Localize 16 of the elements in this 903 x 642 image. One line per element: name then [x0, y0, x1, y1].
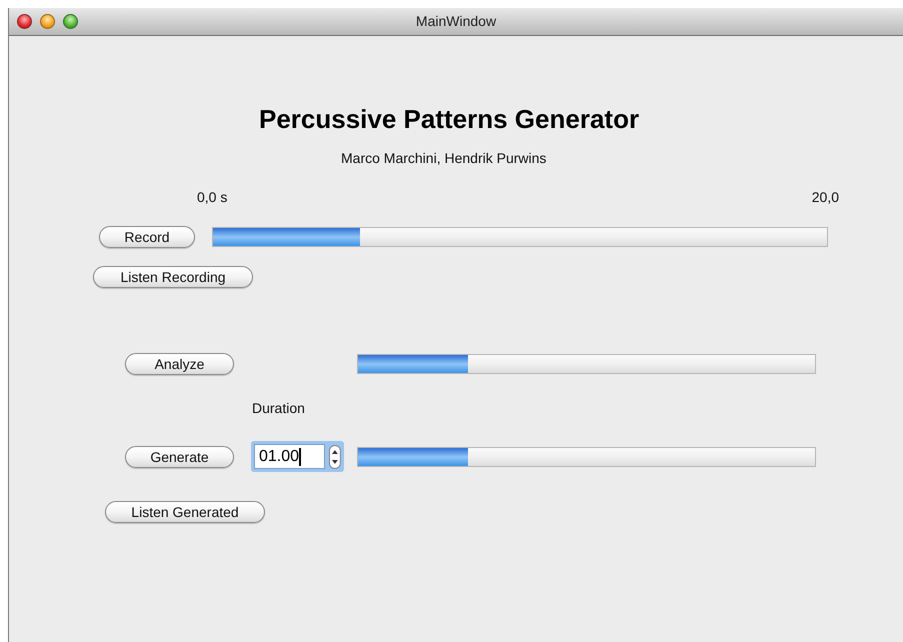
stepper-icon[interactable] [329, 444, 341, 468]
push-button[interactable]: Listen Generated [105, 501, 265, 523]
push-button[interactable]: Record [99, 226, 195, 248]
time-end-label: 20,0 [812, 188, 839, 206]
time-start-label: 0,0 s [197, 188, 228, 206]
app-heading: Percussive Patterns Generator [259, 102, 640, 136]
window-title: MainWindow [416, 12, 496, 31]
duration-field[interactable]: 01.00 [254, 444, 326, 469]
push-button[interactable]: Listen Recording [93, 266, 253, 288]
zoom-icon[interactable] [63, 14, 78, 29]
authors-text: Marco Marchini, Hendrik Purwins [341, 148, 546, 168]
push-button[interactable]: Generate [125, 446, 234, 468]
minimize-icon[interactable] [40, 14, 55, 29]
duration-label: Duration [252, 398, 305, 418]
push-button[interactable]: Analyze [125, 353, 234, 375]
close-icon[interactable] [17, 14, 32, 29]
